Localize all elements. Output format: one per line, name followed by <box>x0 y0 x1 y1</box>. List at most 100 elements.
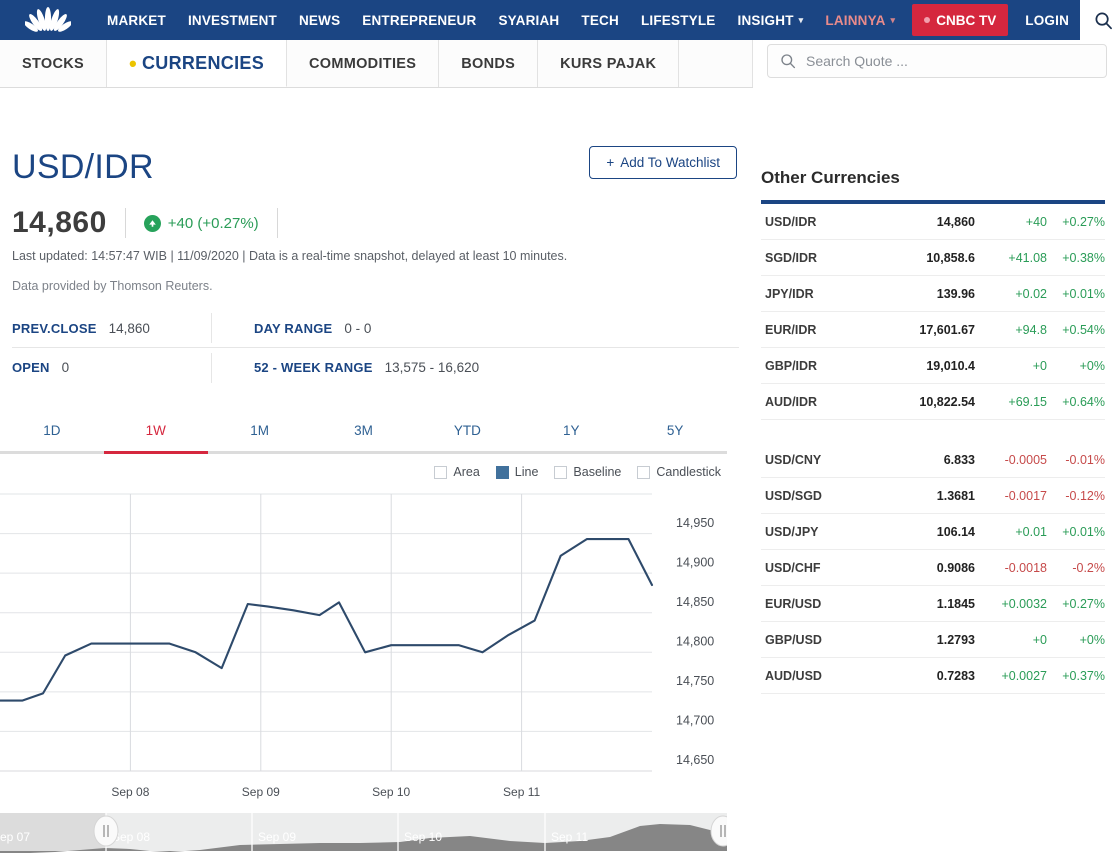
currency-pair-label: JPY/IDR <box>761 287 879 301</box>
table-row[interactable]: GBP/IDR19,010.4+0+0% <box>761 348 1105 384</box>
login-button[interactable]: LOGIN <box>1014 0 1080 40</box>
chart-y-tick-label: 14,650 <box>676 753 714 767</box>
checkbox-icon[interactable] <box>554 466 567 479</box>
currency-pair-label: USD/IDR <box>761 215 879 229</box>
tab-currencies[interactable]: • CURRENCIES <box>107 40 287 87</box>
period-1d[interactable]: 1D <box>0 423 104 451</box>
currency-pair-label: GBP/USD <box>761 633 879 647</box>
currency-change: +69.15 <box>975 395 1047 409</box>
table-row[interactable]: AUD/USD0.7283+0.0027+0.37% <box>761 658 1105 694</box>
currency-pair-label: USD/CNY <box>761 453 879 467</box>
arrow-up-icon <box>144 215 161 232</box>
period-3m[interactable]: 3M <box>312 423 416 451</box>
currency-change-percent: +0% <box>1047 359 1105 373</box>
nav-item-lainnya[interactable]: LAINNYA ▾ <box>814 0 906 40</box>
secondary-nav-band: STOCKS • CURRENCIES COMMODITIES BONDS KU… <box>0 40 1113 88</box>
nav-item-tech[interactable]: TECH <box>570 0 630 40</box>
currency-last-price: 106.14 <box>879 525 975 539</box>
chart-y-tick-label: 14,700 <box>676 714 714 728</box>
chart-x-tick-label: Sep 11 <box>503 785 540 799</box>
table-row[interactable]: GBP/USD1.2793+0+0% <box>761 622 1105 658</box>
navigator-x-label: Sep 07 <box>0 830 30 844</box>
table-row[interactable]: EUR/IDR17,601.67+94.8+0.54% <box>761 312 1105 348</box>
table-row[interactable]: AUD/IDR10,822.54+69.15+0.64% <box>761 384 1105 420</box>
table-row[interactable]: EUR/USD1.1845+0.0032+0.27% <box>761 586 1105 622</box>
currency-change: +0.02 <box>975 287 1047 301</box>
checkbox-icon[interactable] <box>434 466 447 479</box>
panel-title: Other Currencies <box>755 88 1105 188</box>
chart-type-candlestick[interactable]: Candlestick <box>637 465 721 479</box>
currency-change-percent: +0.01% <box>1047 287 1105 301</box>
currency-change: +40 <box>975 215 1047 229</box>
quote-header: USD/IDR +Add To Watchlist 14,860 +40 (+0… <box>0 88 745 387</box>
currency-last-price: 0.9086 <box>879 561 975 575</box>
currency-last-price: 0.7283 <box>879 669 975 683</box>
cnbc-tv-button[interactable]: CNBC TV <box>912 4 1008 36</box>
stat-label: 52 - WEEK RANGE <box>254 360 373 375</box>
search-icon <box>1094 11 1113 30</box>
stat-52-week-range: 52 - WEEK RANGE 13,575 - 16,620 <box>212 360 479 375</box>
tab-bonds[interactable]: BONDS <box>439 40 538 87</box>
stat-value: 13,575 - 16,620 <box>385 360 480 375</box>
tab-stocks[interactable]: STOCKS <box>0 40 107 87</box>
currency-last-price: 10,858.6 <box>879 251 975 265</box>
quote-detail-column: USD/IDR +Add To Watchlist 14,860 +40 (+0… <box>0 88 745 855</box>
period-1m[interactable]: 1M <box>208 423 312 451</box>
chart-y-tick-label: 14,750 <box>676 674 714 688</box>
add-to-watchlist-button[interactable]: +Add To Watchlist <box>589 146 737 179</box>
table-row[interactable]: USD/CHF0.9086-0.0018-0.2% <box>761 550 1105 586</box>
search-quote-input[interactable]: Search Quote ... <box>767 44 1107 78</box>
top-navigation-bar: MARKET INVESTMENT NEWS ENTREPRENEUR SYAR… <box>0 0 1113 40</box>
currency-change-percent: -0.2% <box>1047 561 1105 575</box>
checkbox-icon[interactable] <box>637 466 650 479</box>
chart-range-navigator[interactable]: Sep 07Sep 08Sep 09Sep 10Sep 11 <box>0 809 727 855</box>
currency-last-price: 1.1845 <box>879 597 975 611</box>
table-row[interactable]: USD/JPY106.14+0.01+0.01% <box>761 514 1105 550</box>
range-navigator-svg[interactable]: Sep 07Sep 08Sep 09Sep 10Sep 11 <box>0 809 727 855</box>
tab-kurs-pajak[interactable]: KURS PAJAK <box>538 40 679 87</box>
nav-item-entrepreneur[interactable]: ENTREPRENEUR <box>351 0 487 40</box>
price-chart[interactable]: 14,65014,70014,75014,80014,85014,90014,9… <box>0 488 727 783</box>
nav-item-syariah[interactable]: SYARIAH <box>487 0 570 40</box>
chart-type-line[interactable]: Line <box>496 465 539 479</box>
currency-change: +0.0027 <box>975 669 1047 683</box>
chart-type-area[interactable]: Area <box>434 465 479 479</box>
nbc-peacock-logo[interactable] <box>0 0 96 40</box>
currency-pair-label: GBP/IDR <box>761 359 879 373</box>
nav-item-insight[interactable]: INSIGHT ▾ <box>727 0 815 40</box>
chart-type-baseline[interactable]: Baseline <box>554 465 621 479</box>
currency-pair-label: EUR/IDR <box>761 323 879 337</box>
tab-commodities[interactable]: COMMODITIES <box>287 40 439 87</box>
nav-item-lifestyle[interactable]: LIFESTYLE <box>630 0 727 40</box>
table-row[interactable]: USD/SGD1.3681-0.0017-0.12% <box>761 478 1105 514</box>
table-row[interactable]: USD/CNY6.833-0.0005-0.01% <box>761 442 1105 478</box>
navigator-left-handle[interactable] <box>94 816 118 846</box>
checkbox-icon-checked[interactable] <box>496 466 509 479</box>
currency-change-percent: +0.37% <box>1047 669 1105 683</box>
main-content: USD/IDR +Add To Watchlist 14,860 +40 (+0… <box>0 88 1113 857</box>
period-5y[interactable]: 5Y <box>623 423 727 451</box>
nav-item-news[interactable]: NEWS <box>288 0 351 40</box>
nav-item-investment[interactable]: INVESTMENT <box>177 0 288 40</box>
chart-y-tick-label: 14,950 <box>676 516 714 530</box>
period-tabs: 1D 1W 1M 3M YTD 1Y 5Y <box>0 423 727 451</box>
table-row[interactable]: SGD/IDR10,858.6+41.08+0.38% <box>761 240 1105 276</box>
period-ytd[interactable]: YTD <box>415 423 519 451</box>
period-1w[interactable]: 1W <box>104 423 208 451</box>
table-row[interactable]: JPY/IDR139.96+0.02+0.01% <box>761 276 1105 312</box>
currency-table: USD/IDR14,860+40+0.27%SGD/IDR10,858.6+41… <box>761 204 1105 694</box>
nav-item-market[interactable]: MARKET <box>96 0 177 40</box>
chart-x-tick-label: Sep 10 <box>372 785 410 799</box>
live-dot-icon <box>924 17 930 23</box>
currency-pair-label: AUD/USD <box>761 669 879 683</box>
table-row[interactable]: USD/IDR14,860+40+0.27% <box>761 204 1105 240</box>
chart-x-tick-label: Sep 08 <box>111 785 149 799</box>
search-quote-placeholder: Search Quote ... <box>806 53 908 69</box>
chart-y-tick-label: 14,800 <box>676 635 714 649</box>
currency-change-percent: +0.54% <box>1047 323 1105 337</box>
search-icon <box>780 53 796 69</box>
search-toggle-button[interactable] <box>1080 0 1113 40</box>
period-1y[interactable]: 1Y <box>519 423 623 451</box>
currency-change-percent: +0.27% <box>1047 215 1105 229</box>
chart-y-tick-label: 14,900 <box>676 555 714 569</box>
